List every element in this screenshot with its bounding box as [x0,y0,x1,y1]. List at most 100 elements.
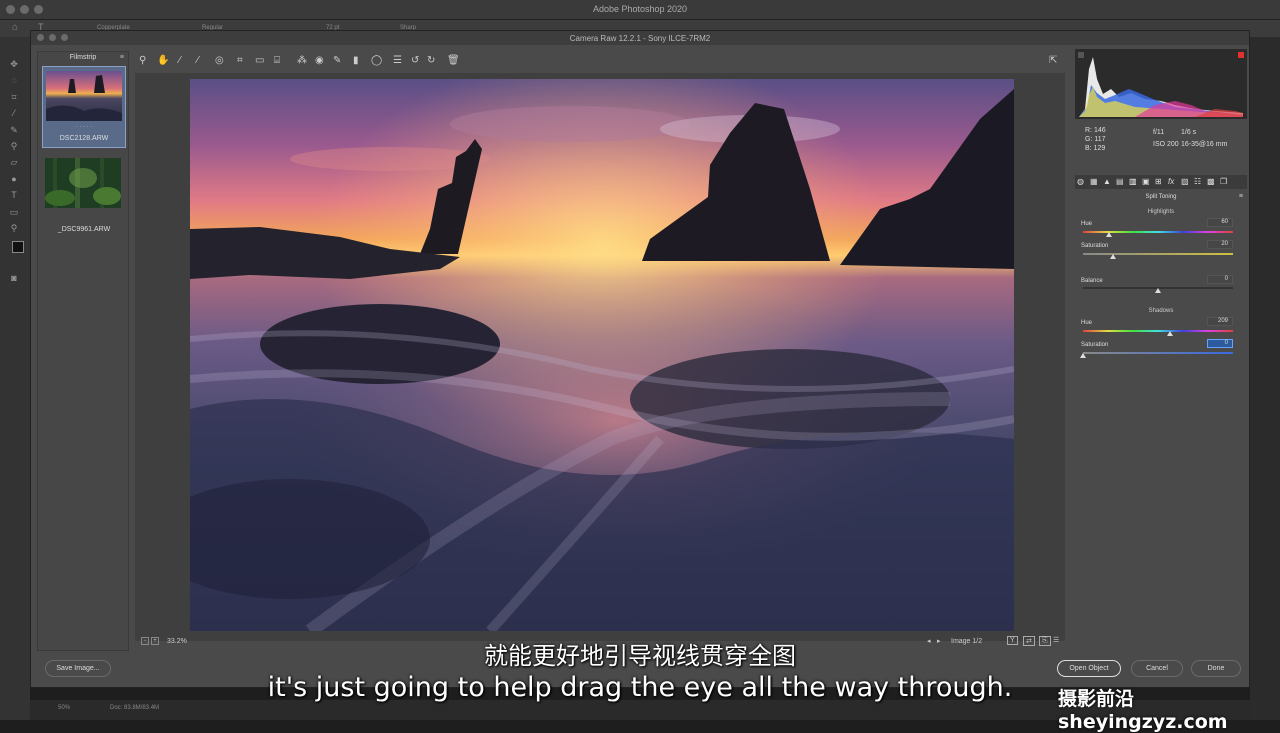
target-adjust-icon[interactable]: ◎ [215,55,224,66]
fullscreen-icon[interactable]: ⇱ [1049,55,1057,66]
red-eye-icon[interactable]: ◉ [315,55,324,66]
calibration-tab-icon[interactable]: fx [1168,177,1174,186]
status-zoom: 50% [58,705,71,711]
highlights-saturation-slider-thumb[interactable] [1110,254,1116,259]
shadows-hue-label: Hue [1081,320,1093,326]
type-tool-icon[interactable]: T [7,190,21,202]
shadows-saturation-slider[interactable] [1083,352,1233,354]
readout-iso: ISO 200 [1153,141,1179,148]
filmstrip-item[interactable]: · · · · · DSC2128.ARW [42,66,126,148]
detail-tab-icon[interactable]: ▲ [1103,177,1111,186]
balance-slider-thumb[interactable] [1155,288,1161,293]
highlights-saturation-slider[interactable] [1083,253,1233,255]
seascape-photo [190,79,1014,631]
readout-lens: 16-35@16 mm [1181,141,1228,148]
readout-aperture: f/11 [1153,129,1165,136]
transform-icon[interactable]: ⌸ [274,55,280,66]
thumbnail-filename: _DSC9961.ARW [57,226,111,233]
thumbnail-rating[interactable]: · · · · · [43,124,125,130]
shadows-hue-slider-thumb[interactable] [1167,331,1173,336]
balance-label: Balance [1081,278,1103,284]
app-title: Adobe Photoshop 2020 [592,4,688,14]
radial-filter-icon[interactable]: ◯ [371,55,382,66]
rotate-cw-icon[interactable]: ↻ [427,55,435,66]
highlights-saturation-value[interactable]: 20 [1207,240,1233,249]
shadows-saturation-value[interactable]: 0 [1207,339,1233,348]
shadows-saturation-label: Saturation [1081,342,1109,348]
preferences-icon[interactable]: ☰ [393,55,402,66]
readout-b-label: B: [1085,145,1092,152]
straighten-icon[interactable]: ▭ [255,55,264,66]
zoom-tool-icon[interactable]: ⚲ [7,223,21,235]
move-tool-icon[interactable]: ✥ [7,59,21,71]
shape-tool-icon[interactable]: ▭ [7,207,21,219]
hand-icon[interactable]: ✋ [157,55,169,66]
eraser-tool-icon[interactable]: ▱ [7,157,21,169]
photoshop-panels-edge [1250,37,1280,720]
image-canvas[interactable] [135,73,1065,641]
camera-raw-titlebar: Camera Raw 12.2.1 - Sony ILCE-7RM2 [31,31,1249,45]
dialog-title: Camera Raw 12.2.1 - Sony ILCE-7RM2 [569,34,711,43]
readout-r-label: R: [1085,127,1092,134]
lasso-tool-icon[interactable]: ◌ [7,75,21,87]
basic-tab-icon[interactable]: ◍ [1077,177,1084,186]
white-balance-icon[interactable]: ⁄ [179,55,181,66]
effects-tab-icon[interactable]: ⊞ [1155,177,1162,186]
hsl-tab-icon[interactable]: ▤ [1116,177,1124,186]
watermark: 摄影前沿 sheyingzyz.com [1058,688,1228,733]
readout-b: 129 [1093,145,1106,152]
thumbnail-filename: DSC2128.ARW [59,135,109,142]
histogram [1075,49,1247,119]
camera-raw-toolbar: ⚲ ✋ ⁄ ⁄ ◎ ⌗ ▭ ⌸ ⁂ ◉ ✎ ▮ ◯ ☰ ↺ ↻ 🗑 ⇱ [135,53,1065,71]
filmstrip-panel: Filmstrip ≡ · · · · · DSC2128.ARW _DSC99… [37,51,129,651]
zoom-icon[interactable]: ⚲ [139,55,146,66]
foreground-color-swatch[interactable] [12,241,24,253]
filmstrip-title: Filmstrip [69,54,97,61]
adjustment-brush-icon[interactable]: ✎ [333,55,341,66]
highlights-title: Highlights [1147,209,1175,215]
photoshop-toolbar: ✥ ◌ ⌗ ⁄ ✎ ⚲ ▱ ● T ▭ ⚲ ◙ [0,37,30,720]
brush-tool-icon[interactable]: ✎ [7,125,21,137]
dodge-tool-icon[interactable]: ● [7,174,21,186]
filmstrip-menu-icon[interactable]: ≡ [120,54,124,61]
eyedropper-tool-icon[interactable]: ⁄ [7,108,21,120]
crop-tool-icon[interactable]: ⌗ [7,92,21,104]
readout-r: 146 [1093,127,1106,134]
quick-mask-icon[interactable]: ◙ [7,273,21,285]
panel-menu-icon[interactable]: ≡ [1239,193,1243,200]
readout-g-label: G: [1085,136,1093,143]
highlights-hue-slider-thumb[interactable] [1105,232,1112,237]
adjustments-panel: R: 146 G: 117 B: 129 f/11 1/6 s ISO 200 … [1071,49,1247,661]
spot-removal-icon[interactable]: ⁂ [297,55,307,66]
shadows-hue-slider[interactable] [1083,330,1233,332]
shadows-saturation-slider-thumb[interactable] [1080,353,1086,358]
presets-tab-icon[interactable]: ☷ [1194,177,1201,186]
trash-icon[interactable]: 🗑 [447,55,460,66]
shadows-title: Shadows [1148,308,1174,314]
subtitle-chinese: 就能更好地引导视线贯穿全图 [484,642,796,670]
thumbnail-forest [45,158,121,208]
snapshot-list-icon[interactable]: ❐ [1220,177,1227,186]
camera-calibration-tab-icon[interactable]: ▨ [1181,177,1189,186]
split-toning-panel: Split Toning ≡ Highlights Hue 60 Saturat… [1075,191,1247,661]
home-icon[interactable]: ⌂ [12,22,18,33]
rotate-ccw-icon[interactable]: ↺ [411,55,419,66]
highlights-hue-value[interactable]: 60 [1207,218,1233,227]
snapshots-tab-icon[interactable]: ▩ [1207,177,1215,186]
highlights-hue-label: Hue [1081,221,1093,227]
balance-value[interactable]: 0 [1207,275,1233,284]
stamp-tool-icon[interactable]: ⚲ [7,141,21,153]
highlights-saturation-label: Saturation [1081,243,1109,249]
status-doc-size: Doc: 83.8M/83.4M [110,705,160,711]
color-sampler-icon[interactable]: ⁄ [197,55,199,66]
crop-icon[interactable]: ⌗ [237,55,243,66]
graduated-filter-icon[interactable]: ▮ [353,55,359,66]
split-toning-tab-icon[interactable]: ▥ [1129,177,1137,186]
tone-curve-tab-icon[interactable]: ▦ [1090,177,1098,186]
panel-title: Split Toning [1145,194,1177,200]
filmstrip-item[interactable]: _DSC9961.ARW [42,156,126,238]
shadows-hue-value[interactable]: 209 [1207,317,1233,326]
lens-tab-icon[interactable]: ▣ [1142,177,1150,186]
readout-g: 117 [1094,136,1106,143]
photoshop-titlebar: Adobe Photoshop 2020 [0,0,1280,20]
